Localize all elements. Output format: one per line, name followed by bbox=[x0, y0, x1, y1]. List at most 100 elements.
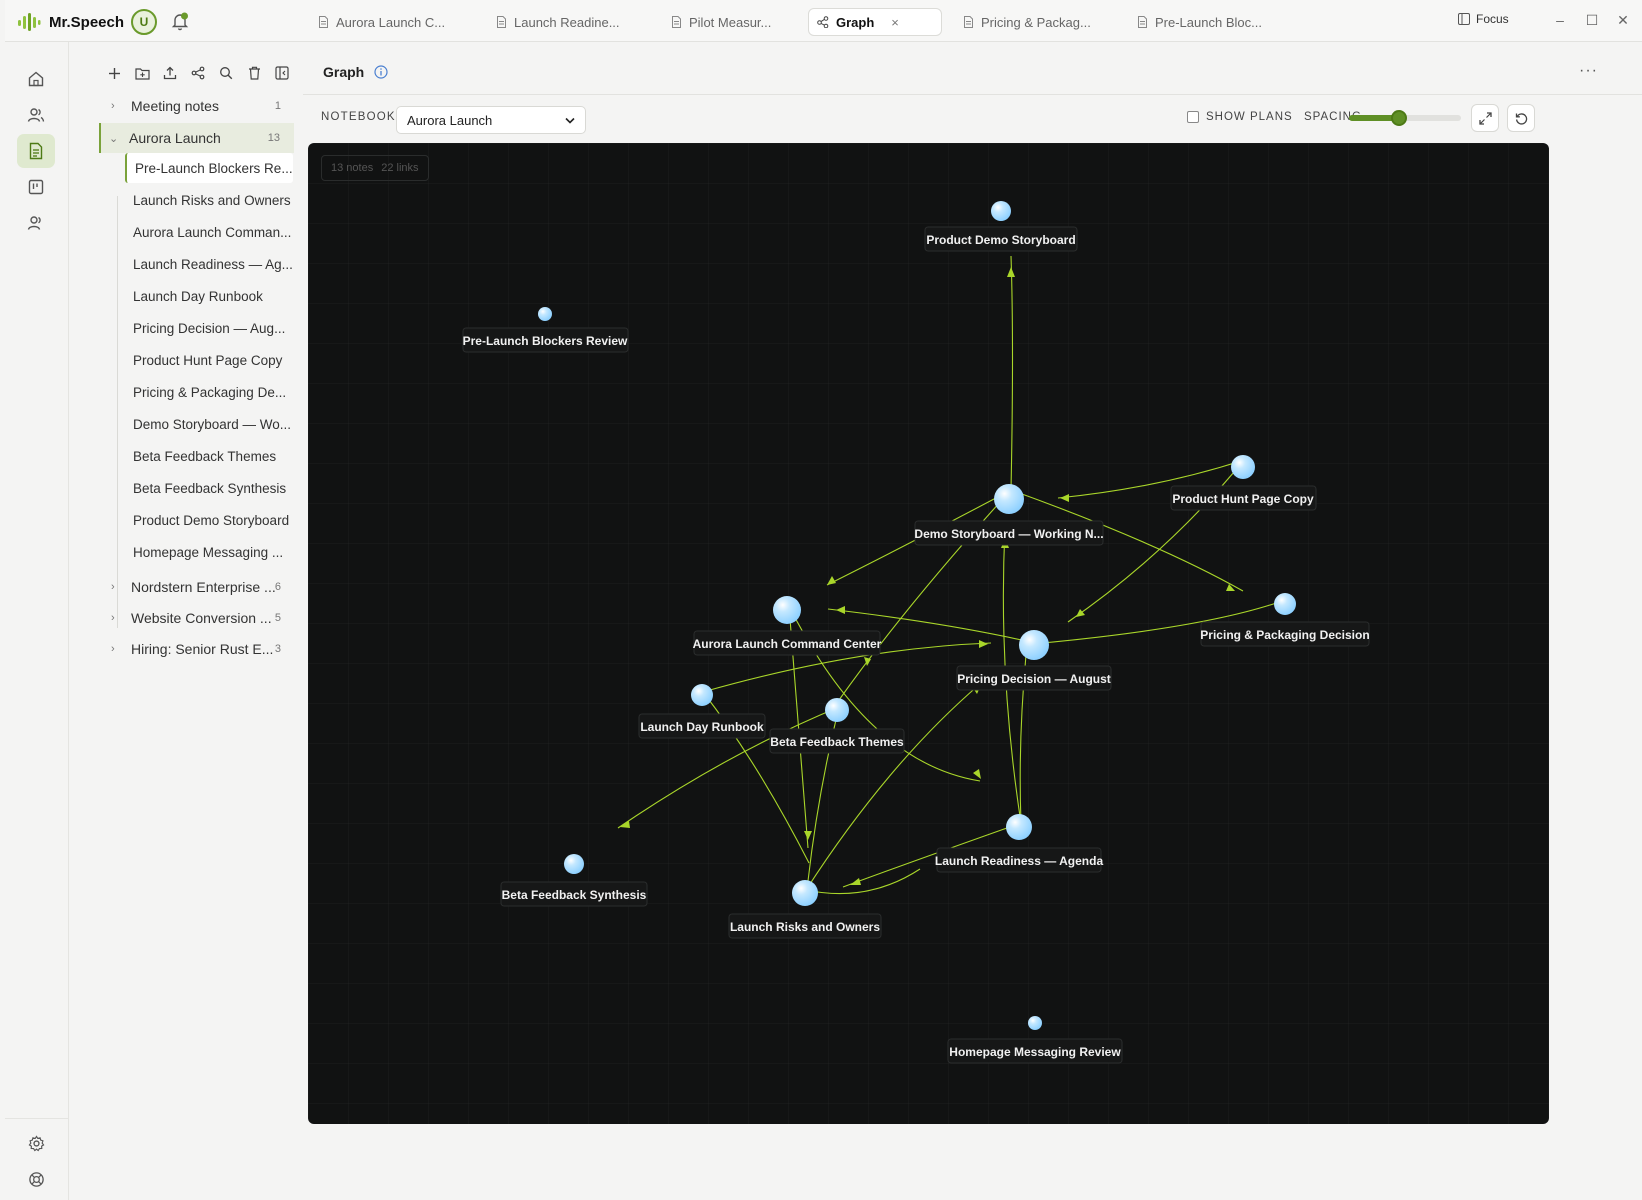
new-folder-button[interactable] bbox=[133, 64, 151, 82]
note-item[interactable]: Pre-Launch Blockers Re... bbox=[125, 153, 293, 183]
focus-button[interactable]: Focus bbox=[1458, 12, 1509, 26]
page-title: Graph bbox=[323, 64, 388, 80]
plus-icon bbox=[108, 67, 120, 79]
tab-pre-launch-blockers[interactable]: Pre-Launch Bloc... bbox=[1129, 8, 1270, 36]
page-title-text: Graph bbox=[323, 64, 365, 80]
graph-node[interactable]: Launch Readiness — Agenda bbox=[935, 814, 1104, 873]
slider-handle[interactable] bbox=[1391, 110, 1408, 126]
node-label: Pricing Decision — August bbox=[957, 672, 1111, 686]
title-bar: Mr.Speech U Aurora Launch C... Launch Re… bbox=[5, 0, 1642, 42]
note-item[interactable]: Aurora Launch Comman... bbox=[125, 217, 293, 247]
edge-arrow bbox=[827, 576, 836, 585]
tab-pilot-measur[interactable]: Pilot Measur... bbox=[663, 8, 779, 36]
notification-bell-icon[interactable] bbox=[169, 10, 191, 32]
fullscreen-button[interactable] bbox=[1471, 104, 1499, 132]
reset-layout-button[interactable] bbox=[1507, 104, 1535, 132]
graph-node[interactable]: Product Hunt Page Copy bbox=[1170, 455, 1317, 511]
tab-graph[interactable]: Graph × bbox=[808, 8, 942, 36]
graph-node[interactable]: Aurora Launch Command Center bbox=[693, 596, 882, 656]
graph-node[interactable]: Pre-Launch Blockers Review bbox=[462, 307, 629, 353]
notebook-nordstern-enterprise[interactable]: › Nordstern Enterprise ... 6 bbox=[69, 572, 299, 602]
graph-node[interactable]: Beta Feedback Synthesis bbox=[500, 854, 648, 907]
tab-aurora-launch[interactable]: Aurora Launch C... bbox=[310, 8, 453, 36]
chevron-down-icon bbox=[565, 117, 575, 124]
graph-node[interactable]: Homepage Messaging Review bbox=[947, 1016, 1123, 1064]
board-button[interactable] bbox=[17, 170, 55, 204]
node-label: Product Demo Storyboard bbox=[926, 233, 1075, 247]
graph-stats-badge: 13 notes 22 links bbox=[321, 155, 429, 181]
new-note-button[interactable] bbox=[105, 64, 123, 82]
note-item[interactable]: Demo Storyboard — Wo... bbox=[125, 409, 293, 439]
tab-label: Launch Readine... bbox=[514, 14, 620, 30]
contacts-button[interactable] bbox=[17, 206, 55, 240]
collapse-sidebar-button[interactable] bbox=[273, 64, 291, 82]
graph-canvas[interactable]: Product Demo Storyboard Pre-Launch Block… bbox=[308, 143, 1549, 1124]
graph-node[interactable]: Pricing Decision — August bbox=[956, 630, 1112, 691]
node-label: Demo Storyboard — Working N... bbox=[914, 527, 1103, 541]
links-count: 22 links bbox=[381, 162, 419, 174]
note-item[interactable]: Pricing Decision — Aug... bbox=[125, 313, 293, 343]
close-window-button[interactable]: ✕ bbox=[1614, 12, 1632, 29]
tab-pricing-packaging[interactable]: Pricing & Packag... bbox=[955, 8, 1099, 36]
close-tab-icon[interactable]: × bbox=[891, 15, 899, 30]
graph-node[interactable]: Launch Risks and Owners bbox=[728, 880, 882, 939]
notes-button[interactable] bbox=[17, 134, 55, 168]
share-button[interactable] bbox=[189, 64, 207, 82]
note-item[interactable]: Homepage Messaging ... bbox=[125, 537, 293, 567]
trash-button[interactable] bbox=[245, 64, 263, 82]
document-icon bbox=[672, 16, 681, 28]
help-button[interactable] bbox=[17, 1162, 55, 1196]
notebook-count: 5 bbox=[274, 612, 281, 624]
node-label: Beta Feedback Synthesis bbox=[502, 888, 647, 902]
tab-label: Pricing & Packag... bbox=[981, 14, 1091, 30]
tab-label: Graph bbox=[836, 14, 875, 30]
node-label: Aurora Launch Command Center bbox=[693, 637, 882, 651]
graph-node[interactable]: Product Demo Storyboard bbox=[924, 201, 1078, 252]
info-icon[interactable] bbox=[374, 65, 388, 79]
more-options-button[interactable]: ··· bbox=[1579, 62, 1598, 80]
edge-arrow bbox=[850, 878, 861, 885]
show-plans-toggle[interactable]: SHOW PLANS bbox=[1187, 111, 1293, 123]
spacing-slider[interactable] bbox=[1349, 110, 1461, 126]
edge-arrow bbox=[620, 821, 630, 828]
show-plans-checkbox[interactable] bbox=[1187, 111, 1199, 123]
graph-nodes[interactable]: Product Demo Storyboard Pre-Launch Block… bbox=[462, 201, 1370, 1064]
chevron-right-icon: › bbox=[111, 100, 115, 112]
edge-arrow bbox=[1226, 584, 1235, 591]
tab-label: Pre-Launch Bloc... bbox=[1155, 14, 1262, 30]
settings-button[interactable] bbox=[17, 1126, 55, 1160]
search-button[interactable] bbox=[217, 64, 235, 82]
user-avatar[interactable]: U bbox=[131, 9, 157, 35]
notebook-hiring-senior-rust[interactable]: › Hiring: Senior Rust E... 3 bbox=[69, 634, 299, 664]
note-item[interactable]: Beta Feedback Themes bbox=[125, 441, 293, 471]
notebook-aurora-launch[interactable]: ⌄ Aurora Launch 13 bbox=[99, 123, 294, 153]
tab-launch-readiness[interactable]: Launch Readine... bbox=[488, 8, 628, 36]
notebook-label: Hiring: Senior Rust E... bbox=[131, 641, 274, 657]
home-button[interactable] bbox=[17, 62, 55, 96]
people-icon bbox=[27, 108, 45, 122]
graph-svg[interactable]: Product Demo Storyboard Pre-Launch Block… bbox=[308, 143, 1549, 1124]
notebook-count: 3 bbox=[274, 643, 281, 655]
note-item[interactable]: Launch Readiness — Ag... bbox=[125, 249, 293, 279]
graph-icon bbox=[817, 16, 829, 28]
note-item[interactable]: Launch Risks and Owners bbox=[125, 185, 293, 215]
minimize-button[interactable]: – bbox=[1551, 12, 1569, 28]
note-item[interactable]: Product Demo Storyboard bbox=[125, 505, 293, 535]
note-item[interactable]: Product Hunt Page Copy bbox=[125, 345, 293, 375]
graph-node[interactable]: Beta Feedback Themes bbox=[769, 698, 905, 754]
notebook-select[interactable]: Aurora Launch bbox=[396, 106, 586, 134]
maximize-button[interactable]: ☐ bbox=[1583, 12, 1601, 29]
edge-arrow bbox=[979, 640, 988, 648]
edge-arrow bbox=[1060, 494, 1069, 502]
note-item[interactable]: Launch Day Runbook bbox=[125, 281, 293, 311]
expand-icon bbox=[1478, 111, 1492, 125]
people-button[interactable] bbox=[17, 98, 55, 132]
notebook-meeting-notes[interactable]: › Meeting notes 1 bbox=[69, 91, 299, 121]
note-item[interactable]: Pricing & Packaging De... bbox=[125, 377, 293, 407]
document-icon bbox=[319, 16, 328, 28]
note-item[interactable]: Beta Feedback Synthesis bbox=[125, 473, 293, 503]
export-button[interactable] bbox=[161, 64, 179, 82]
graph-node[interactable]: Launch Day Runbook bbox=[638, 684, 766, 739]
graph-node[interactable]: Pricing & Packaging Decision bbox=[1200, 593, 1370, 647]
notebook-website-conversion[interactable]: › Website Conversion ... 5 bbox=[69, 603, 299, 633]
